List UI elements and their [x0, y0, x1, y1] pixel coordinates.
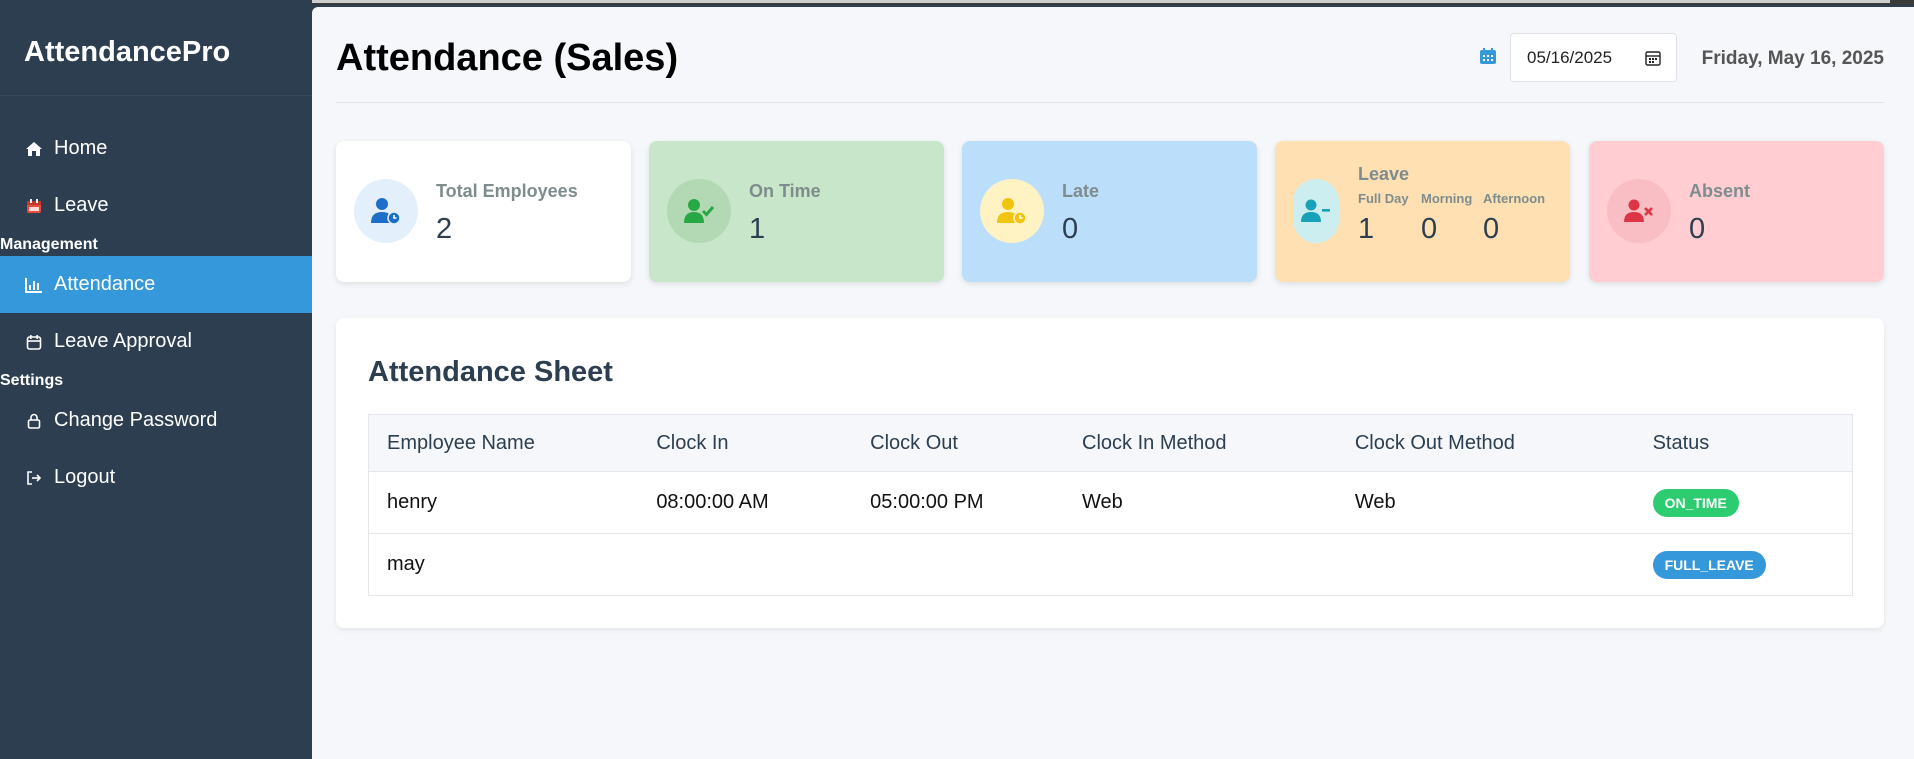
stat-label: Total Employees — [436, 181, 578, 201]
user-check-icon — [667, 179, 731, 243]
stat-card-total-employees: Total Employees 2 — [336, 141, 631, 282]
cell-clock-out-method: Web — [1336, 471, 1635, 534]
table-row[interactable]: may FULL_LEAVE — [368, 533, 1853, 596]
column-header-clock-out[interactable]: Clock Out — [852, 414, 1065, 472]
sidebar-item-leave[interactable]: Leave — [0, 177, 312, 234]
sheet-title: Attendance Sheet — [368, 356, 613, 388]
sidebar-item-leave-approval[interactable]: Leave Approval — [0, 313, 312, 370]
cell-clock-out — [852, 533, 1065, 596]
chart-icon — [24, 275, 44, 295]
status-badge: ON_TIME — [1652, 488, 1739, 517]
brand-logo[interactable]: AttendancePro — [0, 0, 312, 96]
date-picker-icon[interactable] — [1644, 49, 1662, 67]
stat-label: Late — [1062, 181, 1100, 201]
attendance-sheet: Attendance Sheet Employee Name Clock In … — [336, 318, 1884, 628]
sidebar-item-attendance[interactable]: Attendance — [0, 256, 312, 313]
stat-label: On Time — [749, 181, 821, 201]
section-settings: Settings — [0, 372, 64, 389]
table-row[interactable]: henry 08:00:00 AM 05:00:00 PM Web Web ON… — [368, 471, 1853, 534]
sidebar-item-label: Leave — [54, 194, 109, 216]
stat-card-absent: Absent 0 — [1589, 141, 1884, 282]
sidebar-item-label: Change Password — [54, 409, 218, 431]
cell-status: ON_TIME — [1634, 471, 1853, 534]
stat-value: 2 — [436, 213, 453, 245]
leave-morning-label: Morning — [1421, 191, 1473, 206]
status-badge: FULL_LEAVE — [1652, 550, 1766, 579]
leave-morning-value: 0 — [1421, 213, 1438, 245]
leave-afternoon-value: 0 — [1483, 213, 1500, 245]
attendance-table: Employee Name Clock In Clock Out Clock I… — [368, 414, 1853, 596]
column-header-clock-in[interactable]: Clock In — [638, 414, 853, 472]
cell-clock-in: 08:00:00 AM — [638, 471, 853, 534]
stat-card-late: Late 0 — [962, 141, 1257, 282]
leave-full-day-value: 1 — [1358, 213, 1375, 245]
sidebar: AttendancePro Home Leave Management Atte… — [0, 0, 312, 759]
cell-employee-name: henry — [368, 471, 639, 534]
user-minus-icon — [1293, 179, 1339, 243]
stat-label: Absent — [1689, 181, 1751, 201]
leave-afternoon-label: Afternoon — [1483, 191, 1546, 206]
cell-status: FULL_LEAVE — [1634, 533, 1853, 596]
column-header-clock-out-method[interactable]: Clock Out Method — [1336, 414, 1635, 472]
sidebar-item-change-password[interactable]: Change Password — [0, 392, 312, 449]
page-title: Attendance (Sales) — [336, 37, 679, 79]
cell-clock-in-method: Web — [1064, 471, 1337, 534]
sidebar-item-label: Logout — [54, 466, 116, 488]
sidebar-nav: Home Leave Management Attendance Leave A… — [0, 120, 312, 506]
column-header-status[interactable]: Status — [1634, 414, 1853, 472]
column-header-employee-name[interactable]: Employee Name — [368, 414, 639, 472]
table-header-row: Employee Name Clock In Clock Out Clock I… — [368, 414, 1853, 472]
cell-clock-in — [638, 533, 853, 596]
leave-full-day-label: Full Day — [1358, 191, 1409, 206]
stat-card-leave: Leave Full Day Morning Afternoon 1 0 0 — [1275, 141, 1570, 282]
column-header-clock-in-method[interactable]: Clock In Method — [1064, 414, 1337, 472]
stat-value: 1 — [749, 213, 766, 245]
user-clock-icon — [980, 179, 1044, 243]
calendar-icon — [1479, 47, 1497, 65]
cell-clock-in-method — [1064, 533, 1337, 596]
sidebar-item-label: Leave Approval — [54, 330, 192, 352]
sidebar-item-logout[interactable]: Logout — [0, 449, 312, 506]
lock-icon — [24, 411, 44, 431]
stat-label: Leave — [1358, 164, 1410, 184]
date-input[interactable]: 05/16/2025 — [1510, 33, 1677, 82]
logout-icon — [24, 468, 44, 488]
calendar-check-icon — [24, 332, 44, 352]
stat-card-on-time: On Time 1 — [649, 141, 944, 282]
cell-clock-out: 05:00:00 PM — [852, 471, 1065, 534]
page-header: Attendance (Sales) 05/16/2025 Friday, Ma… — [336, 7, 1884, 103]
home-icon — [24, 139, 44, 159]
stat-value: 0 — [1062, 213, 1079, 245]
sidebar-item-label: Home — [54, 137, 108, 159]
section-management: Management — [0, 236, 98, 253]
user-times-icon — [1607, 179, 1671, 243]
stats-cards: Total Employees 2 On Time 1 Late 0 Leave… — [336, 141, 1884, 282]
current-date-label: Friday, May 16, 2025 — [1701, 48, 1884, 69]
cell-clock-out-method — [1336, 533, 1635, 596]
main-content: Attendance (Sales) 05/16/2025 Friday, Ma… — [312, 7, 1914, 759]
user-clock-icon — [354, 179, 418, 243]
cell-employee-name: may — [368, 533, 639, 596]
calendar-icon — [24, 196, 44, 216]
sidebar-item-label: Attendance — [54, 273, 156, 295]
date-value: 05/16/2025 — [1527, 48, 1613, 67]
window-highlight — [110, 0, 1890, 3]
stat-value: 0 — [1689, 213, 1706, 245]
sidebar-item-home[interactable]: Home — [0, 120, 312, 177]
